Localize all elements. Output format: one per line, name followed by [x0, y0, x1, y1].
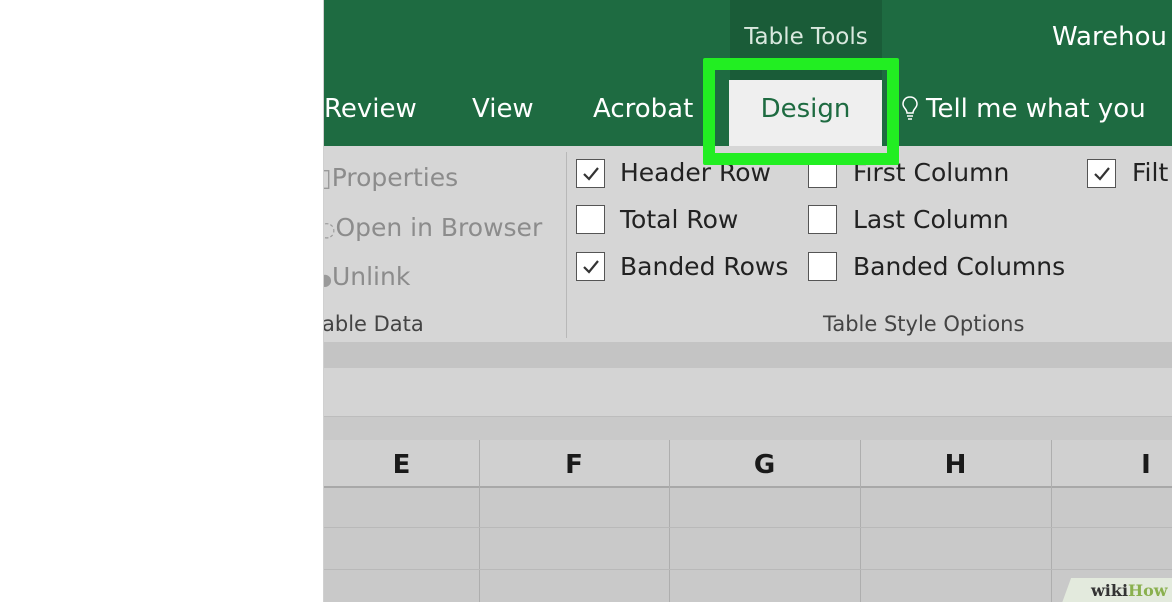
- checkmark-icon: [583, 167, 599, 181]
- tab-acrobat[interactable]: Acrobat: [593, 94, 693, 124]
- design-tab-highlight: [703, 58, 899, 165]
- tab-review[interactable]: Review: [324, 94, 417, 124]
- checkmark-icon: [1094, 167, 1110, 181]
- wikihow-watermark: wikiHow: [1091, 581, 1168, 600]
- banded-columns-label: Banded Columns: [853, 252, 1066, 281]
- grid-line: [1051, 440, 1052, 602]
- ribbon-group-separator: [566, 152, 567, 338]
- checkmark-icon: [583, 260, 599, 274]
- open-in-browser-button[interactable]: ◌Open in Browser: [324, 213, 542, 242]
- properties-icon: ▯: [324, 163, 332, 192]
- globe-icon: ◌: [324, 217, 336, 241]
- table-tools-label: Table Tools: [744, 24, 868, 50]
- watermark-wiki: wiki: [1091, 581, 1129, 600]
- watermark-how: How: [1128, 581, 1168, 600]
- excel-window: Table Tools Warehou Review View Acrobat …: [324, 0, 1172, 602]
- window-title: Warehou: [1052, 22, 1167, 52]
- total-row-label: Total Row: [620, 205, 739, 234]
- grid-line: [669, 440, 670, 602]
- column-header-h[interactable]: H: [860, 440, 1051, 486]
- ribbon-bottom-edge: [324, 342, 1172, 368]
- banded-rows-label: Banded Rows: [620, 252, 789, 281]
- unlink-button[interactable]: ●Unlink: [324, 262, 410, 291]
- header-row-checkbox[interactable]: [576, 159, 605, 188]
- lightbulb-icon: [902, 96, 918, 120]
- total-row-checkbox[interactable]: [576, 205, 605, 234]
- grid-line: [860, 440, 861, 602]
- group-label-table-style-options: Table Style Options: [823, 312, 1025, 336]
- last-column-checkbox[interactable]: [808, 205, 837, 234]
- tell-me-search[interactable]: Tell me what you: [902, 94, 1146, 124]
- filter-button-label: Filt: [1132, 158, 1169, 187]
- group-label-table-data: able Data: [324, 312, 424, 336]
- properties-button[interactable]: ▯Properties: [324, 163, 458, 192]
- grid-line: [479, 440, 480, 602]
- column-header-e[interactable]: E: [324, 440, 479, 486]
- properties-label: Properties: [331, 163, 459, 192]
- banded-rows-checkbox[interactable]: [576, 252, 605, 281]
- grid-line: [324, 527, 1172, 528]
- unlink-icon: ●: [324, 270, 332, 289]
- last-column-label: Last Column: [853, 205, 1009, 234]
- column-header-i[interactable]: I: [1051, 440, 1172, 486]
- column-header-f[interactable]: F: [479, 440, 669, 486]
- formula-bar[interactable]: [324, 368, 1172, 417]
- grid-line: [324, 569, 1172, 570]
- open-in-browser-label: Open in Browser: [335, 213, 543, 242]
- left-blank-area: [0, 0, 324, 602]
- filter-button-checkbox[interactable]: [1087, 159, 1116, 188]
- tell-me-label: Tell me what you: [926, 94, 1146, 124]
- unlink-label: Unlink: [331, 262, 411, 291]
- tab-view[interactable]: View: [472, 94, 534, 124]
- column-header-g[interactable]: G: [669, 440, 860, 486]
- banded-columns-checkbox[interactable]: [808, 252, 837, 281]
